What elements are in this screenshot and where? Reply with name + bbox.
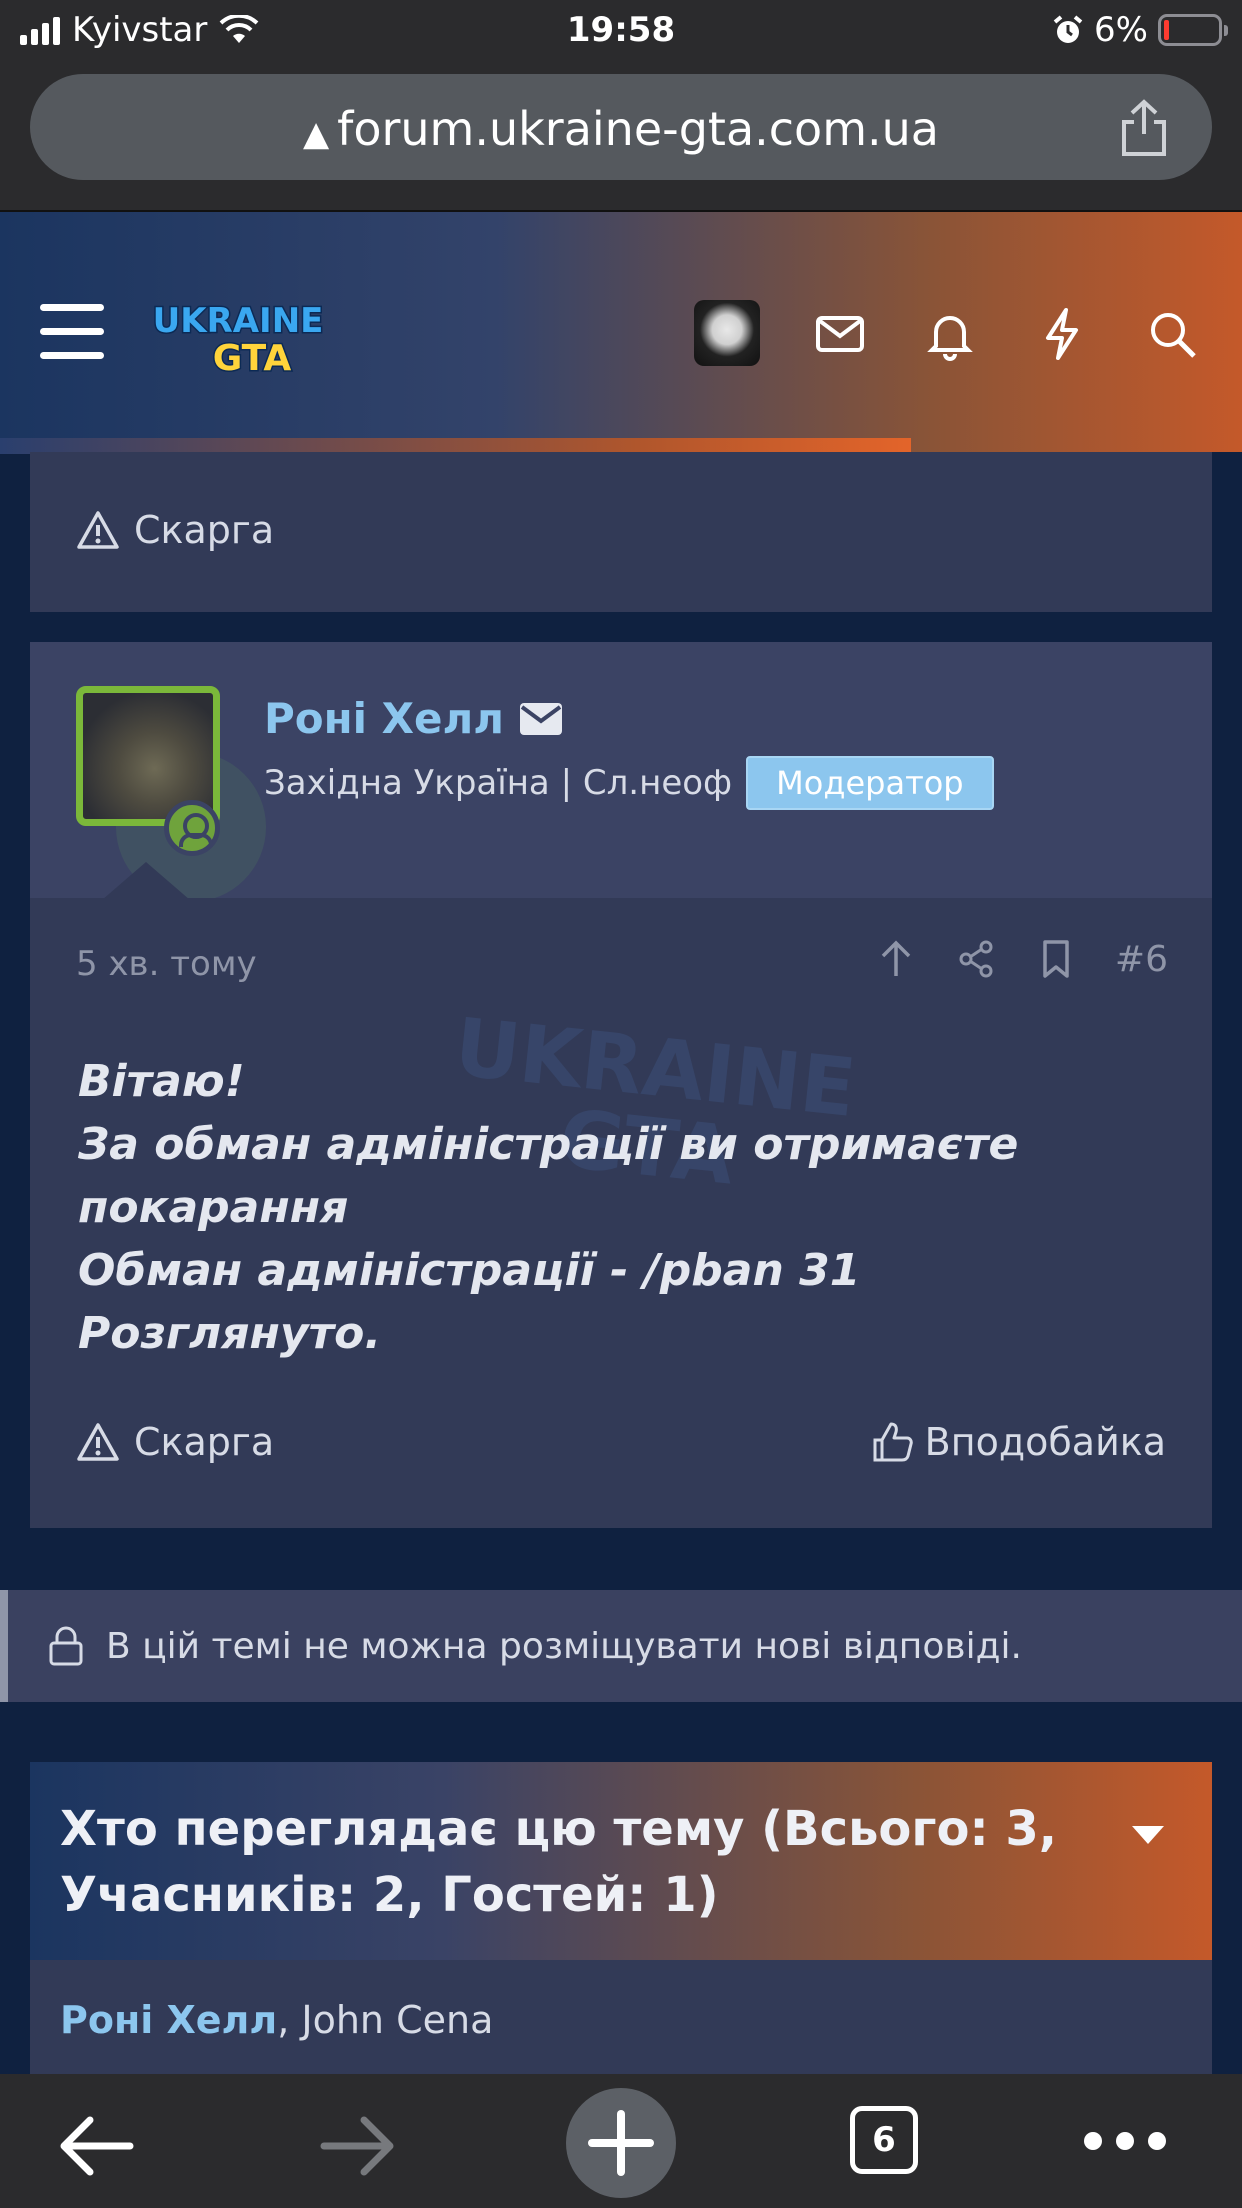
browser-bottom-bar: 6 (0, 2074, 1242, 2208)
tabs-button[interactable]: 6 (850, 2106, 918, 2174)
chevron-down-icon[interactable] (1132, 1826, 1164, 1844)
warning-icon (77, 511, 119, 549)
warning-icon (77, 1423, 119, 1461)
user-avatar[interactable] (694, 300, 760, 366)
author-name[interactable]: Роні Хелл (264, 694, 504, 743)
envelope-icon[interactable] (518, 701, 564, 737)
arrow-up-icon[interactable] (875, 938, 917, 980)
online-status-icon (164, 800, 220, 856)
site-logo[interactable]: UKRAINE GTA (152, 290, 324, 381)
viewers-list: Роні Хелл, John Cena (30, 1960, 1212, 2074)
bell-icon[interactable] (922, 306, 978, 362)
post-author-block: Роні Хелл Західна Україна | Сл.неоф Моде… (30, 642, 1212, 902)
report-link[interactable]: Скарга (76, 508, 274, 552)
previous-post-footer: Скарга (30, 452, 1212, 612)
search-icon[interactable] (1144, 306, 1200, 362)
inbox-icon[interactable] (812, 306, 868, 362)
new-tab-button[interactable] (566, 2088, 676, 2198)
viewers-header[interactable]: Хто переглядає цю тему (Всього: 3, Учасн… (30, 1762, 1212, 1960)
alarm-icon (1053, 15, 1083, 43)
more-icon[interactable] (1084, 2132, 1166, 2150)
report-link[interactable]: Скарга (76, 1420, 274, 1464)
share-icon[interactable] (1116, 98, 1172, 158)
like-button[interactable]: Вподобайка (871, 1420, 1166, 1464)
address-bar[interactable]: ▲ forum.ukraine-gta.com.ua (30, 74, 1212, 180)
user-title: Західна Україна | Сл.неоф (264, 763, 733, 803)
svg-text:UKRAINE: UKRAINE (153, 301, 324, 341)
viewer-separator: , (277, 1998, 302, 2042)
forward-arrow-icon[interactable] (320, 2114, 396, 2178)
menu-icon[interactable] (40, 304, 104, 360)
status-bar: Kyivstar 19:58 6% (0, 0, 1242, 62)
role-badge: Модератор (746, 756, 994, 810)
battery-icon (1158, 14, 1228, 46)
thumbs-up-icon (873, 1422, 913, 1462)
message-pointer (102, 862, 190, 900)
post-number[interactable]: #6 (1115, 939, 1168, 980)
lock-icon (49, 1626, 83, 1666)
post-timestamp[interactable]: 5 хв. тому (76, 944, 257, 984)
site-header: UKRAINE GTA (0, 210, 1242, 454)
viewer-link[interactable]: Роні Хелл (60, 1998, 277, 2042)
svg-text:GTA: GTA (213, 338, 292, 379)
post-message: Вітаю! За обман адміністрації ви отримає… (78, 1056, 1019, 1359)
browser-toolbar: ▲ forum.ukraine-gta.com.ua (0, 62, 1242, 210)
viewers-title: Хто переглядає цю тему (Всього: 3, Учасн… (60, 1801, 1057, 1923)
warning-icon: ▲ (303, 114, 330, 154)
viewer-link[interactable]: John Cena (301, 1998, 493, 2042)
back-arrow-icon[interactable] (58, 2114, 134, 2178)
share-icon[interactable] (955, 938, 997, 980)
battery-percent: 6% (1094, 10, 1148, 50)
post-body: 5 хв. тому #6 UKRAINE GTA Вітаю! За обман… (30, 898, 1212, 1528)
thread-locked-notice: В цій темі не можна розміщувати нові від… (0, 1590, 1242, 1702)
lightning-icon[interactable] (1034, 306, 1090, 362)
bookmark-icon[interactable] (1035, 938, 1077, 980)
url-text: forum.ukraine-gta.com.ua (337, 102, 939, 156)
